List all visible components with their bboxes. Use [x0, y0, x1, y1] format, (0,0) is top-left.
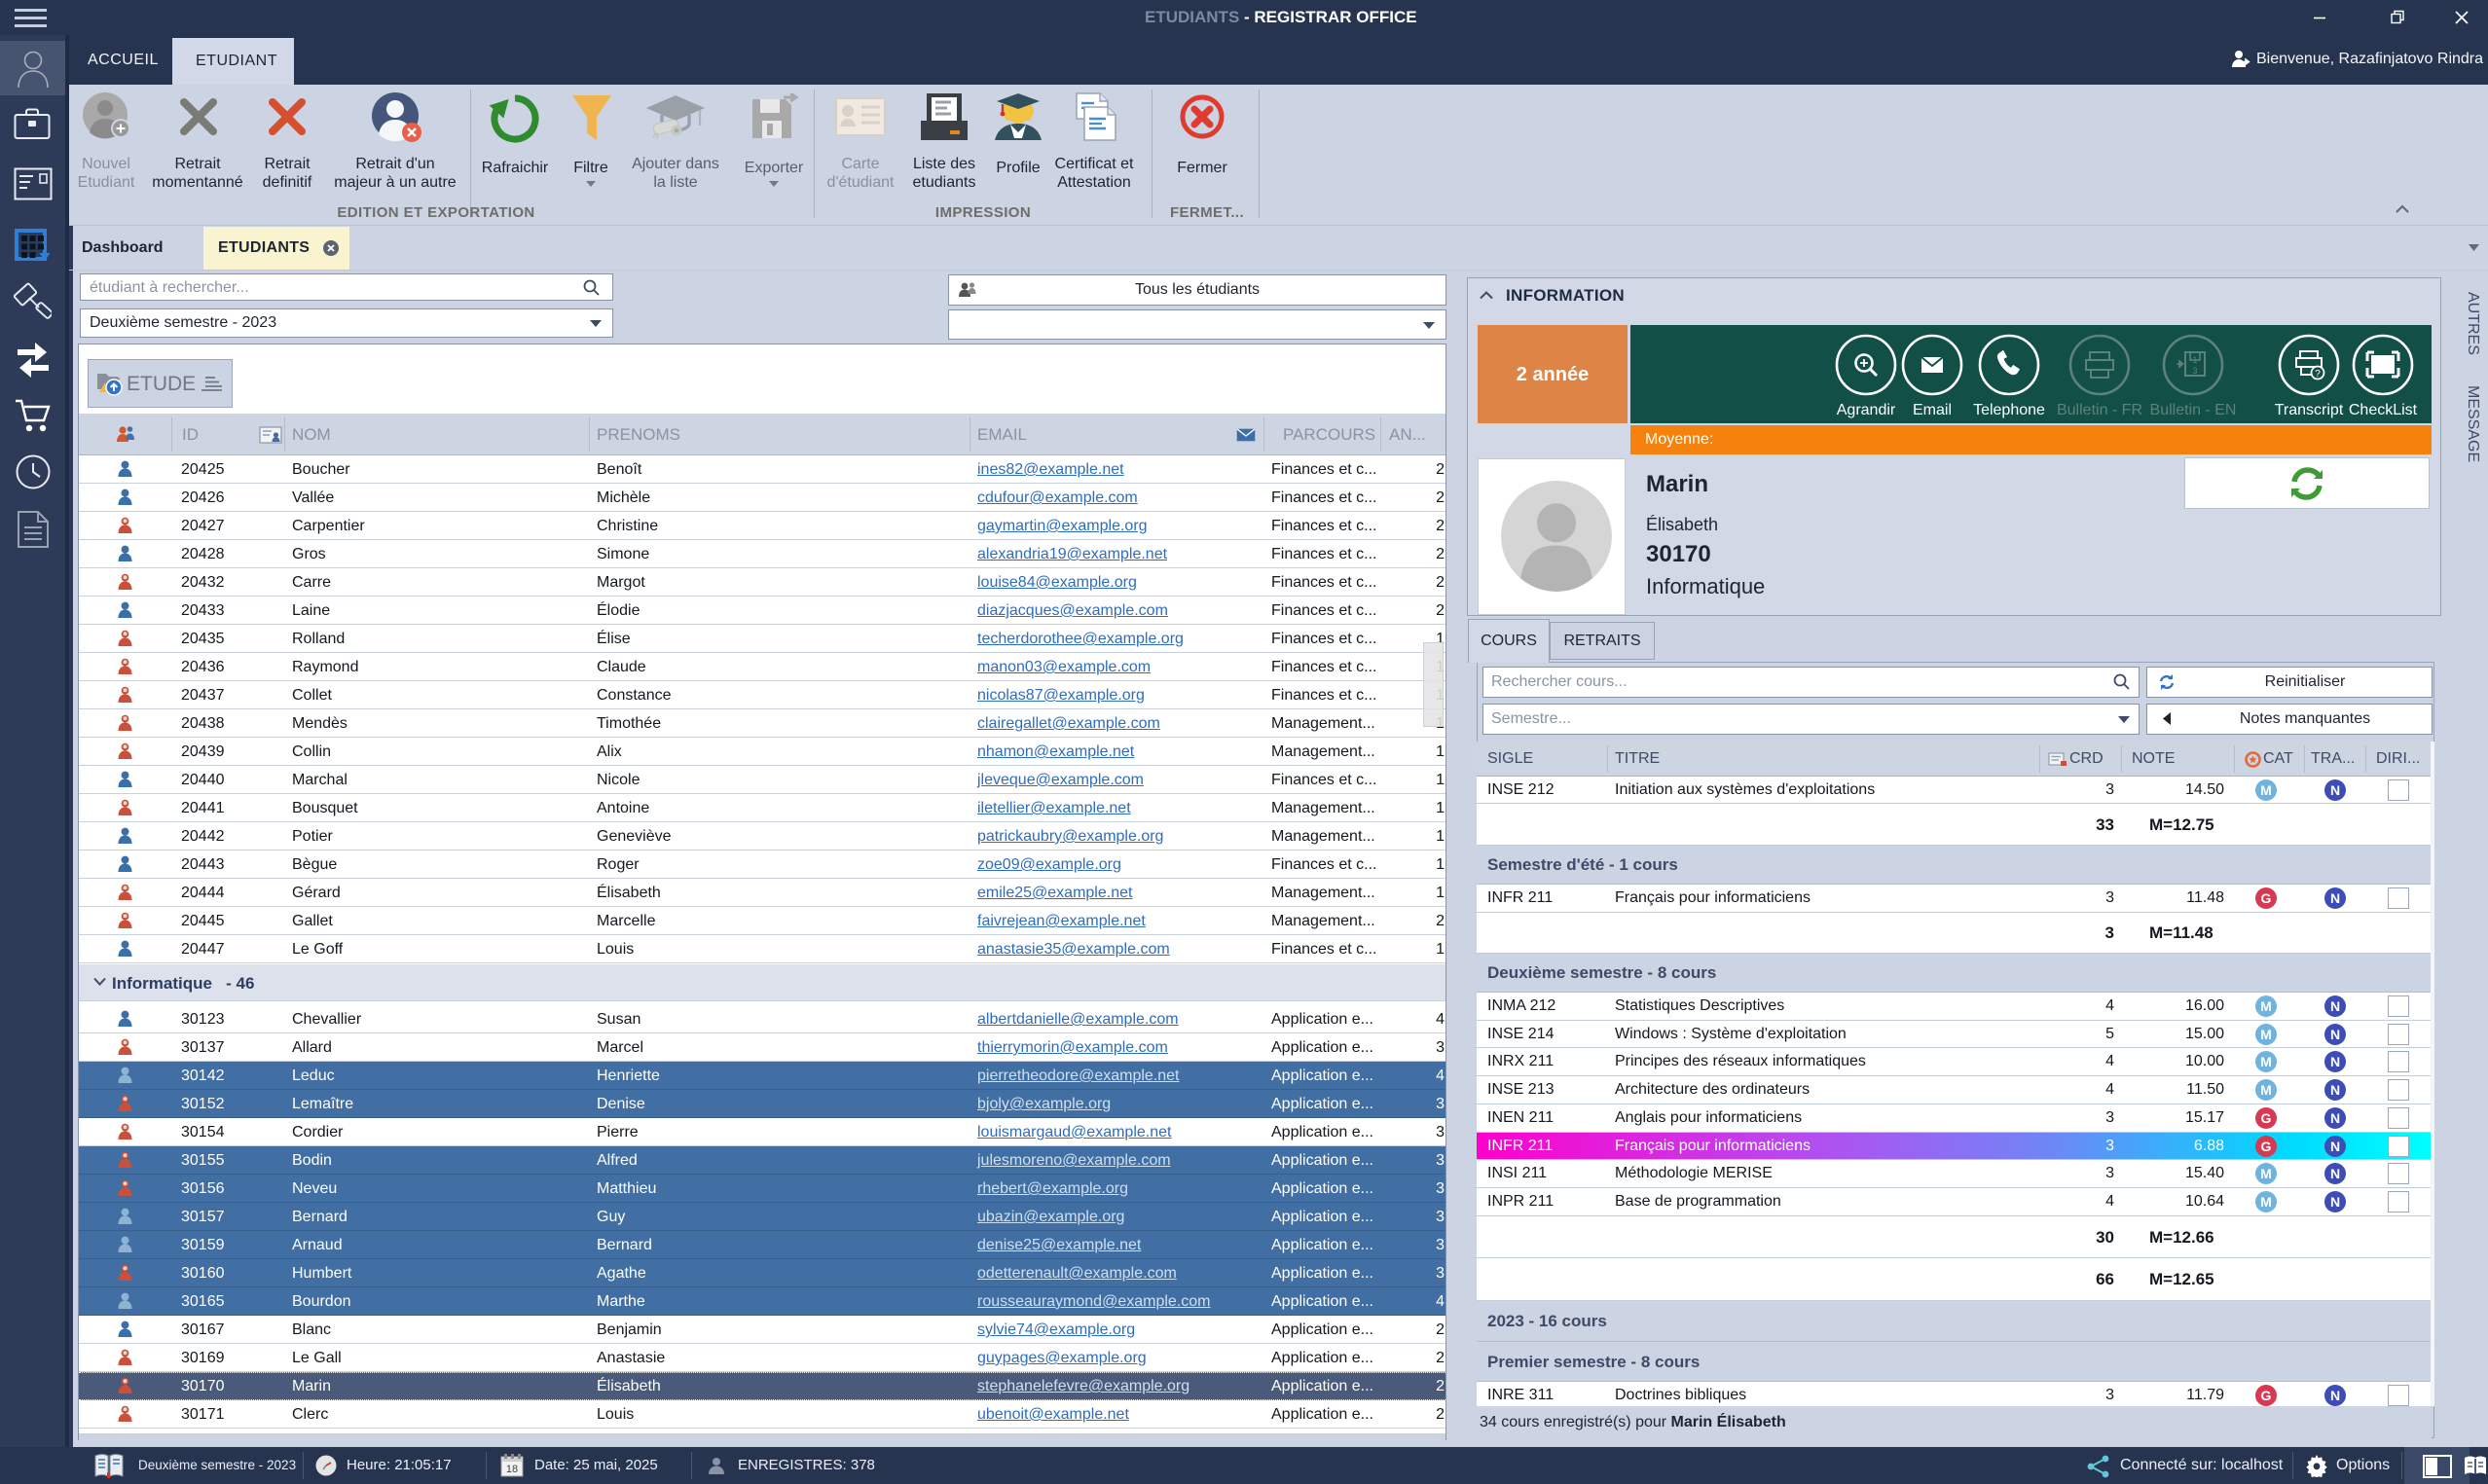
svg-text:18: 18 — [506, 1464, 518, 1475]
svg-text:3: 3 — [2192, 366, 2197, 376]
svg-text:?: ? — [2315, 369, 2321, 380]
svg-text:1: 1 — [2192, 355, 2197, 365]
